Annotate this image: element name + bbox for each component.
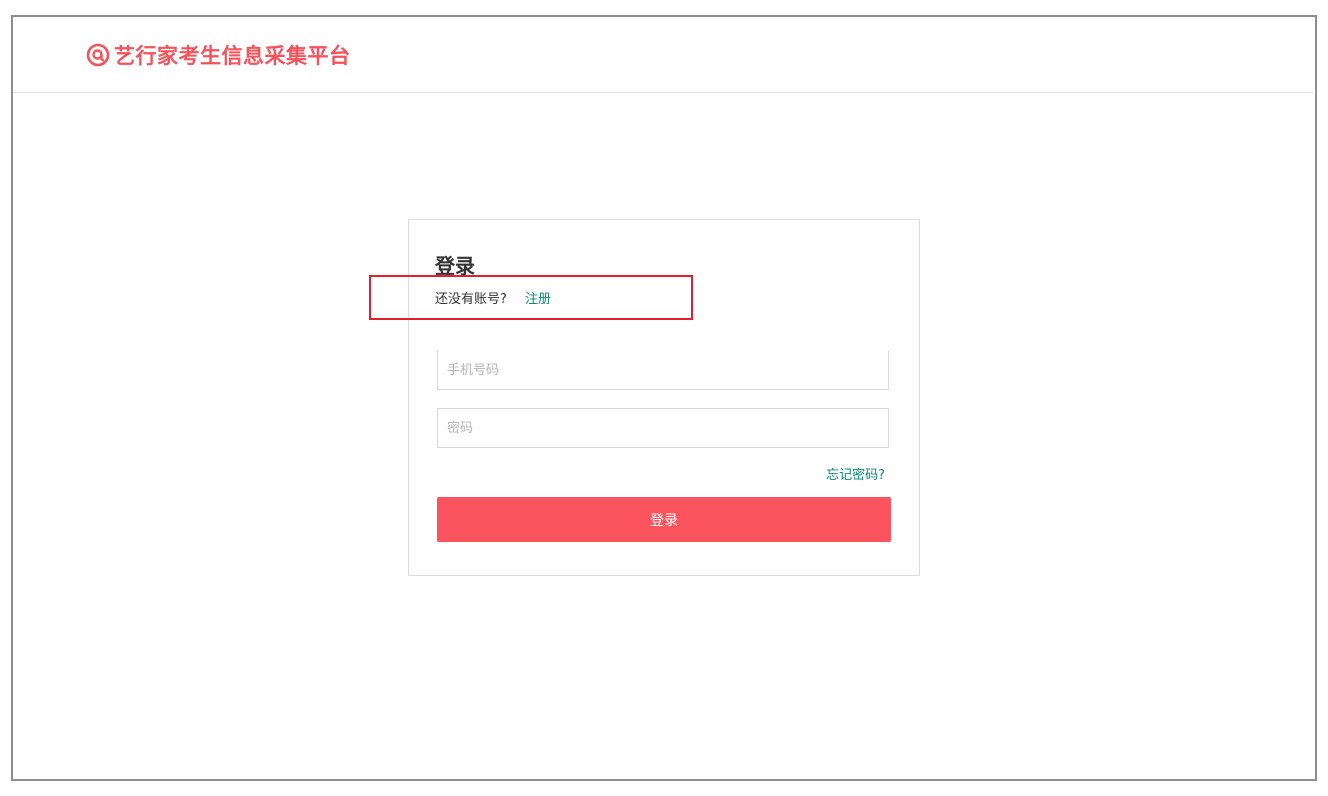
phone-input[interactable] bbox=[437, 350, 889, 390]
login-title: 登录 bbox=[435, 254, 475, 278]
app-title: 艺行家考生信息采集平台 bbox=[114, 44, 351, 68]
login-card: 登录 还没有账号? 注册 忘记密码? 登录 bbox=[408, 219, 920, 576]
register-link[interactable]: 注册 bbox=[525, 292, 551, 307]
brand-logo[interactable]: 艺行家考生信息采集平台 bbox=[86, 41, 351, 69]
password-input[interactable] bbox=[437, 408, 889, 448]
at-sign-icon bbox=[86, 43, 110, 67]
register-prompt: 还没有账号? 注册 bbox=[435, 288, 551, 307]
top-header-bar: 艺行家考生信息采集平台 bbox=[13, 17, 1313, 93]
forgot-password-link[interactable]: 忘记密码? bbox=[826, 464, 885, 483]
login-button[interactable]: 登录 bbox=[437, 497, 891, 542]
browser-viewport: 艺行家考生信息采集平台 登录 还没有账号? 注册 忘记密码? 登录 bbox=[11, 15, 1317, 781]
no-account-text: 还没有账号? bbox=[435, 292, 507, 307]
